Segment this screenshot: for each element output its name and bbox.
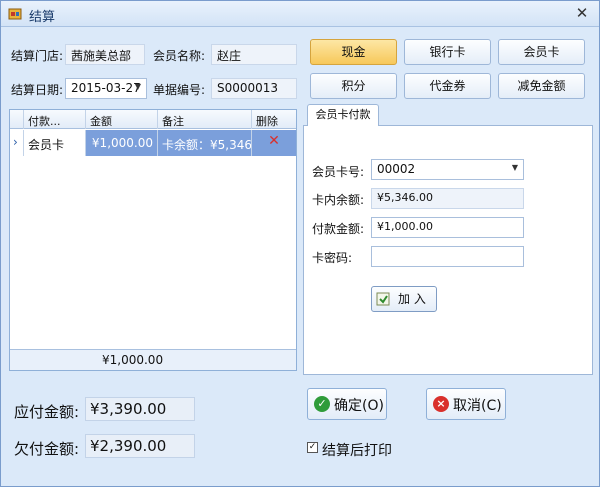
cancel-button[interactable]: × 取消(C) <box>426 388 506 420</box>
payment-grid: 付款... 金额 备注 删除 › 会员卡 ¥1,000.00 卡余额：¥5,34… <box>9 109 297 371</box>
member-card-button[interactable]: 会员卡 <box>498 39 585 65</box>
member-name-label: 会员名称: <box>153 49 206 63</box>
cash-button[interactable]: 现金 <box>310 39 397 65</box>
member-card-panel: 会员卡号: 00002 ▼ 卡内余额: ¥5,346.00 付款金额: ¥1,0… <box>303 125 593 375</box>
row-indicator-header <box>10 110 24 129</box>
table-row[interactable]: › 会员卡 ¥1,000.00 卡余额：¥5,346.... ✕ <box>10 130 296 156</box>
add-button[interactable]: 加 入 <box>371 286 437 312</box>
card-password-input[interactable] <box>371 246 524 267</box>
col-method[interactable]: 付款... <box>24 110 86 129</box>
owed-value: ¥2,390.00 <box>85 434 195 458</box>
chevron-down-icon[interactable]: ▼ <box>512 163 518 172</box>
cell-note[interactable]: 卡余额：¥5,346.... <box>158 130 252 156</box>
grid-footer: ¥1,000.00 <box>10 349 296 370</box>
owed-label: 欠付金额: <box>14 440 80 458</box>
check-icon: ✓ <box>314 396 330 412</box>
chevron-down-icon[interactable]: ▼ <box>135 82 141 91</box>
store-label: 结算门店: <box>11 49 64 63</box>
add-button-label: 加 入 <box>398 292 426 306</box>
col-amount[interactable]: 金额 <box>86 110 158 129</box>
cell-method[interactable]: 会员卡 <box>24 130 86 156</box>
footer-total: ¥1,000.00 <box>102 353 164 367</box>
payable-label: 应付金额: <box>14 403 80 421</box>
doc-no-field: S0000013 <box>211 78 297 99</box>
voucher-button[interactable]: 代金券 <box>404 73 491 99</box>
delete-icon[interactable]: ✕ <box>252 130 296 156</box>
store-field: 茜施美总部 <box>65 44 145 65</box>
grid-header: 付款... 金额 备注 删除 <box>10 110 296 129</box>
cell-amount[interactable]: ¥1,000.00 <box>86 130 158 156</box>
col-note[interactable]: 备注 <box>158 110 252 129</box>
row-pointer-icon: › <box>10 130 24 156</box>
pay-amount-label: 付款金额: <box>312 222 365 236</box>
print-after-checkbox[interactable]: ✓ <box>307 442 318 453</box>
discount-button[interactable]: 减免金额 <box>498 73 585 99</box>
member-name-field: 赵庄 <box>211 44 297 65</box>
title-bar: 结算 ✕ <box>1 1 599 27</box>
balance-field: ¥5,346.00 <box>371 188 524 209</box>
card-no-label: 会员卡号: <box>312 165 365 179</box>
app-icon <box>8 8 22 20</box>
doc-no-label: 单据编号: <box>153 83 206 97</box>
cancel-icon: × <box>433 396 449 412</box>
col-delete[interactable]: 删除 <box>252 110 296 129</box>
points-button[interactable]: 积分 <box>310 73 397 99</box>
date-label: 结算日期: <box>11 83 64 97</box>
balance-label: 卡内余额: <box>312 193 365 207</box>
confirm-button[interactable]: ✓ 确定(O) <box>307 388 387 420</box>
pay-amount-input[interactable]: ¥1,000.00 <box>371 217 524 238</box>
settlement-window: 结算 ✕ 结算门店: 茜施美总部 会员名称: 赵庄 结算日期: 2015-03-… <box>0 0 600 487</box>
cancel-label: 取消(C) <box>453 398 502 414</box>
confirm-label: 确定(O) <box>334 398 384 414</box>
print-after-label[interactable]: 结算后打印 <box>322 440 392 460</box>
window-title: 结算 <box>29 10 56 25</box>
card-no-select[interactable]: 00002 ▼ <box>371 159 524 180</box>
date-picker[interactable]: 2015-03-27 ▼ <box>65 78 147 99</box>
payable-value: ¥3,390.00 <box>85 397 195 421</box>
password-label: 卡密码: <box>312 251 353 265</box>
close-icon[interactable]: ✕ <box>573 4 591 22</box>
tab-member-card-payment[interactable]: 会员卡付款 <box>307 104 379 126</box>
bank-card-button[interactable]: 银行卡 <box>404 39 491 65</box>
add-icon <box>376 292 390 306</box>
